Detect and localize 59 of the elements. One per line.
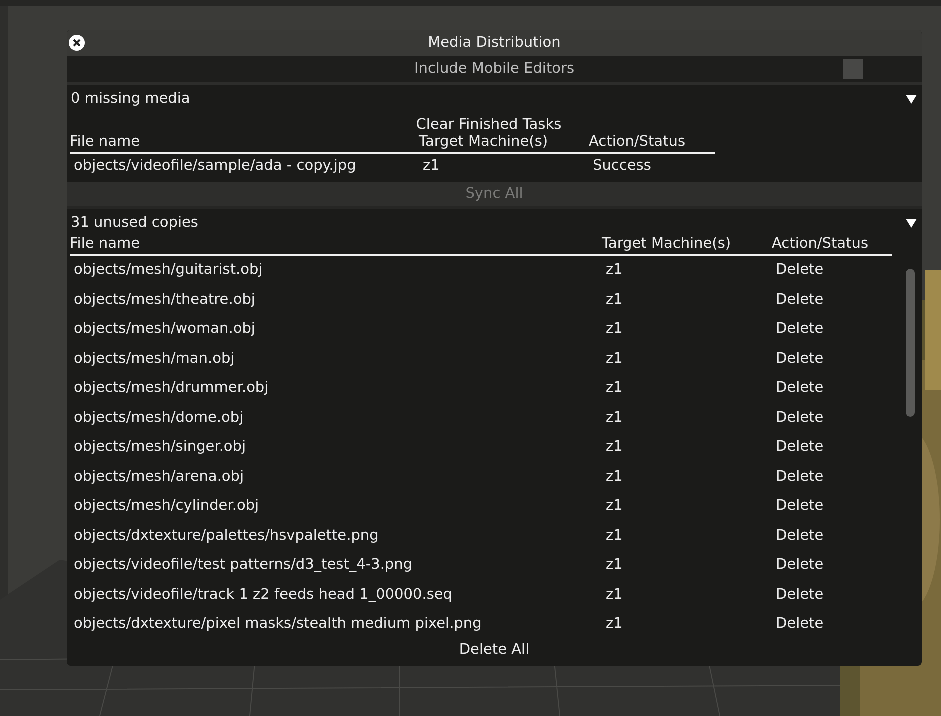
collapse-triangle-icon[interactable]: [906, 218, 917, 228]
table-cell-text: Delete: [775, 615, 825, 634]
table-cell-text: objects/mesh/singer.obj: [73, 438, 248, 457]
table-cell-text: Delete: [775, 408, 825, 428]
table-cell-text: Delete: [775, 438, 825, 457]
table-cell-text: z1: [605, 261, 624, 280]
table-cell-text: Delete: [775, 497, 825, 516]
collapse-triangle-icon[interactable]: [906, 94, 917, 104]
table-cell-text: objects/mesh/drummer.obj: [73, 379, 270, 398]
window-title: Media Distribution: [428, 35, 561, 51]
table-cell-text: z1: [605, 320, 624, 339]
section-title: 0 missing media: [71, 91, 190, 107]
table-cell-text: z1: [605, 615, 624, 634]
table-cell-text: objects/mesh/guitarist.obj: [73, 261, 264, 280]
scrollbar[interactable]: [906, 269, 915, 417]
table-cell-text: z1: [605, 526, 624, 546]
table-cell-text: z1: [605, 497, 624, 516]
table-cell-text: objects/videofile/sample/ada - copy.jpg: [73, 157, 358, 176]
table-cell-text: Delete: [775, 379, 825, 398]
table-cell-text: z1: [605, 468, 624, 486]
table-cell-text: objects/mesh/theatre.obj: [73, 290, 256, 310]
close-icon[interactable]: [69, 35, 85, 51]
column-header: Action/Status: [772, 235, 869, 253]
column-header: File name: [70, 235, 140, 253]
column-header: Action/Status: [589, 133, 686, 151]
column-header: Target Machine(s): [419, 133, 548, 151]
table-cell-text: z1: [605, 408, 624, 428]
table-cell-text: z1: [605, 586, 624, 604]
column-header: Target Machine(s): [602, 235, 732, 253]
table-cell-text: z1: [605, 438, 624, 457]
checkbox[interactable]: [843, 59, 863, 79]
table-cell-text: z1: [422, 157, 441, 176]
clear-finished-tasks-button[interactable]: Clear Finished Tasks: [416, 111, 562, 133]
table-cell-text: objects/videofile/test patterns/d3_test_4-3.png: [73, 556, 414, 575]
table-cell-text: objects/mesh/woman.obj: [73, 320, 256, 339]
table-cell-text: Delete: [775, 526, 825, 546]
table-cell-text: objects/mesh/arena.obj: [73, 468, 246, 486]
table-cell-text: Delete: [775, 350, 825, 368]
section-title: 31 unused copies: [71, 215, 198, 231]
option-label: Include Mobile Editors: [414, 61, 575, 77]
table-cell-text: objects/mesh/cylinder.obj: [73, 497, 260, 516]
table-cell-text: objects/videofile/track 1 z2 feeds head 1_00000.seq: [73, 586, 454, 604]
table-cell-text: Delete: [775, 586, 825, 604]
table-cell-text: Delete: [775, 320, 825, 339]
table-cell-text: Delete: [775, 468, 825, 486]
table-cell-text: z1: [605, 556, 624, 575]
table-cell-text: objects/dxtexture/pixel masks/stealth medium pixel.png: [73, 615, 483, 634]
table-cell-text: z1: [605, 379, 624, 398]
table-cell-text: z1: [605, 350, 624, 368]
table-cell-text: objects/mesh/dome.obj: [73, 408, 245, 428]
table-cell-text: objects/dxtexture/palettes/hsvpalette.png: [73, 526, 380, 546]
table-cell-text: z1: [605, 290, 624, 310]
table-cell-text: Delete: [775, 261, 825, 280]
table-cell-text: Success: [592, 157, 652, 176]
column-header: File name: [70, 133, 140, 151]
table-cell-text: Delete: [775, 290, 825, 310]
delete-all-button[interactable]: Delete All: [449, 640, 540, 666]
table-cell-text: objects/mesh/man.obj: [73, 350, 236, 368]
table-cell-text: Delete: [775, 556, 825, 575]
